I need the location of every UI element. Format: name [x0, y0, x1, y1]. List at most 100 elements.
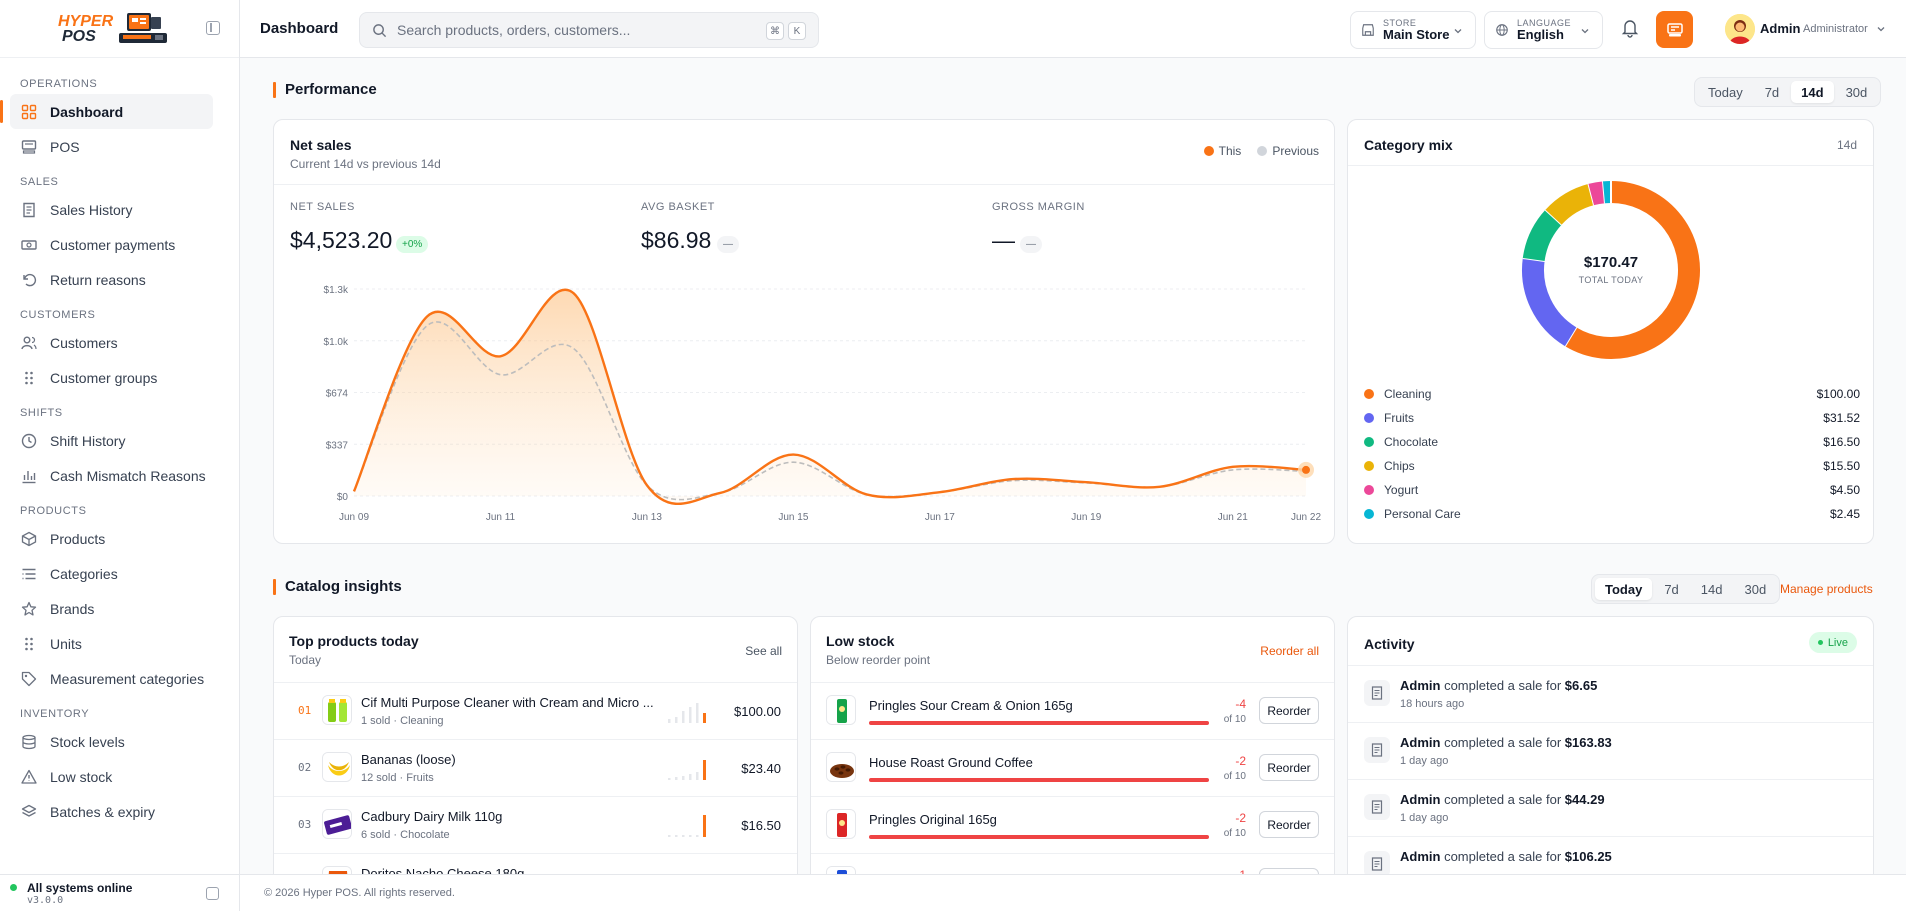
category-mix-card: Category mix 14d $170.47 TOTAL TODAY Cle… — [1347, 119, 1874, 544]
activity-row[interactable]: Admin completed a sale for $44.29 1 day … — [1348, 779, 1873, 836]
catalog-section-title: Catalog insights — [273, 578, 402, 595]
product-meta: 1 sold · Cleaning — [361, 715, 444, 727]
legend-dot-icon — [1364, 485, 1374, 495]
donut-slice-chips[interactable] — [1545, 183, 1595, 225]
store-selector[interactable]: STORE Main Store — [1350, 11, 1476, 49]
user-avatar[interactable] — [1725, 14, 1755, 44]
x-tick-label: Jun 11 — [486, 512, 516, 523]
activity-actor: Admin — [1400, 792, 1441, 807]
sidebar-item-pos[interactable]: POS — [10, 129, 229, 164]
performance-range-tab-7d[interactable]: 7d — [1755, 81, 1789, 103]
sidebar-item-return-reasons[interactable]: Return reasons — [10, 262, 229, 297]
sidebar-item-units[interactable]: Units — [10, 626, 229, 661]
performance-range-tab-30d[interactable]: 30d — [1836, 81, 1878, 103]
search-input[interactable] — [397, 22, 757, 38]
see-all-link[interactable]: See all — [745, 644, 782, 658]
catalog-range-tab-7d[interactable]: 7d — [1654, 578, 1688, 600]
bar-chart-icon — [20, 467, 38, 485]
performance-range-tab-14d[interactable]: 14d — [1791, 81, 1834, 103]
catalog-range-tab-today[interactable]: Today — [1595, 578, 1653, 600]
top-product-row[interactable]: 02 Bananas (loose) 12 sold · Fruits $23.… — [274, 739, 797, 796]
notification-bell-icon[interactable] — [1621, 18, 1639, 38]
sidebar-item-batches-expiry[interactable]: Batches & expiry — [10, 794, 229, 829]
reorder-button[interactable]: Reorder — [1259, 754, 1319, 781]
tag-icon — [20, 670, 38, 688]
sidebar-item-customers[interactable]: Customers — [10, 325, 229, 360]
activity-card: Activity Live Admin completed a sale for… — [1347, 616, 1874, 911]
legend-dot-icon — [1364, 509, 1374, 519]
top-product-row[interactable]: 03 Cadbury Dairy Milk 110g 6 sold · Choc… — [274, 796, 797, 853]
sidebar-item-customer-groups[interactable]: Customer groups — [10, 360, 229, 395]
x-tick-label: Jun 09 — [339, 512, 369, 523]
reorder-all-link[interactable]: Reorder all — [1260, 644, 1319, 658]
nav-section-products: PRODUCTS — [20, 505, 87, 517]
y-tick-label: $0 — [337, 492, 349, 503]
sidebar-item-stock-levels[interactable]: Stock levels — [10, 724, 229, 759]
user-menu-chevron-icon[interactable] — [1876, 24, 1886, 34]
product-sparkline — [668, 703, 706, 723]
low-stock-row[interactable]: House Roast Ground Coffee -2 of 10 Reord… — [811, 739, 1334, 796]
low-stock-row[interactable]: Pringles Original 165g -2 of 10 Reorder — [811, 796, 1334, 853]
sidebar-item-measurement-categories[interactable]: Measurement categories — [10, 661, 229, 696]
sparkline-bar — [696, 703, 699, 723]
receipt-icon — [20, 201, 38, 219]
top-product-row[interactable]: 01 Cif Multi Purpose Cleaner with Cream … — [274, 682, 797, 739]
category-mix-row: Fruits $31.52 — [1364, 406, 1860, 430]
activity-text: Admin completed a sale for $106.25 — [1400, 849, 1612, 864]
receipt-icon — [1364, 794, 1390, 820]
low-stock-title: Low stock — [826, 633, 895, 649]
category-mix-row: Chips $15.50 — [1364, 454, 1860, 478]
donut-center-label: TOTAL TODAY — [1578, 275, 1644, 285]
low-stock-row[interactable]: Pringles Sour Cream & Onion 165g -4 of 1… — [811, 682, 1334, 739]
sidebar-item-label: Customers — [50, 334, 118, 351]
legend-dot-icon — [1364, 437, 1374, 447]
collapse-sidebar-icon[interactable] — [206, 21, 220, 35]
register-icon — [1666, 22, 1683, 36]
sidebar-item-products[interactable]: Products — [10, 521, 229, 556]
sidebar-item-brands[interactable]: Brands — [10, 591, 229, 626]
stock-level-bar — [869, 835, 1209, 839]
collapse-panel-icon[interactable] — [206, 887, 219, 900]
language-selector[interactable]: LANGUAGE English — [1484, 11, 1603, 49]
sparkline-bar — [682, 835, 685, 837]
y-tick-label: $674 — [326, 389, 349, 400]
reorder-button[interactable]: Reorder — [1259, 697, 1319, 724]
sidebar-item-dashboard[interactable]: Dashboard — [0, 94, 213, 129]
reorder-button[interactable]: Reorder — [1259, 811, 1319, 838]
activity-row[interactable]: Admin completed a sale for $6.65 18 hour… — [1348, 665, 1873, 722]
drag-dots-icon — [20, 635, 38, 653]
category-name: Yogurt — [1384, 483, 1419, 497]
stock-delta: -2 — [1235, 811, 1246, 825]
manage-products-link[interactable]: Manage products — [1780, 582, 1873, 596]
sidebar-item-label: Batches & expiry — [50, 803, 156, 820]
sparkline-bar — [689, 707, 692, 723]
donut-slice-yogurt[interactable] — [1588, 181, 1606, 206]
sidebar-item-shift-history[interactable]: Shift History — [10, 423, 229, 458]
chevron-down-icon — [1454, 29, 1462, 34]
sidebar-item-categories[interactable]: Categories — [10, 556, 229, 591]
sidebar-item-sales-history[interactable]: Sales History — [10, 192, 229, 227]
y-tick-label: $1.0k — [324, 337, 349, 348]
sidebar-item-customer-payments[interactable]: Customer payments — [10, 227, 229, 262]
open-pos-button[interactable] — [1656, 11, 1693, 48]
app-logo[interactable]: HYPER POS — [58, 11, 169, 47]
user-name[interactable]: Admin — [1760, 21, 1800, 36]
activity-row[interactable]: Admin completed a sale for $163.83 1 day… — [1348, 722, 1873, 779]
pringles-green-thumbnail-icon — [826, 695, 856, 725]
top-products-subtitle: Today — [289, 653, 322, 667]
catalog-range-tab-30d[interactable]: 30d — [1735, 578, 1777, 600]
product-name: Bananas (loose) — [361, 752, 456, 767]
sidebar-item-label: Customer payments — [50, 236, 176, 253]
global-search[interactable]: ⌘ K — [359, 12, 819, 48]
sidebar-item-cash-mismatch-reasons[interactable]: Cash Mismatch Reasons — [10, 458, 229, 493]
product-meta: 12 sold · Fruits — [361, 772, 434, 784]
store-icon — [1362, 24, 1374, 36]
net-sales-chart: $0 $337 $674 $1.0k $1.3k Jun 09 Jun 11 Jun 13 Ju… — [324, 285, 1322, 523]
user-role: Administrator — [1803, 23, 1868, 35]
sidebar-item-low-stock[interactable]: Low stock — [10, 759, 229, 794]
legend-dot-icon — [1364, 413, 1374, 423]
legend-dot-icon — [1364, 389, 1374, 399]
catalog-range-tab-14d[interactable]: 14d — [1691, 578, 1733, 600]
store-value: Main Store — [1383, 27, 1450, 42]
performance-range-tab-today[interactable]: Today — [1698, 81, 1753, 103]
